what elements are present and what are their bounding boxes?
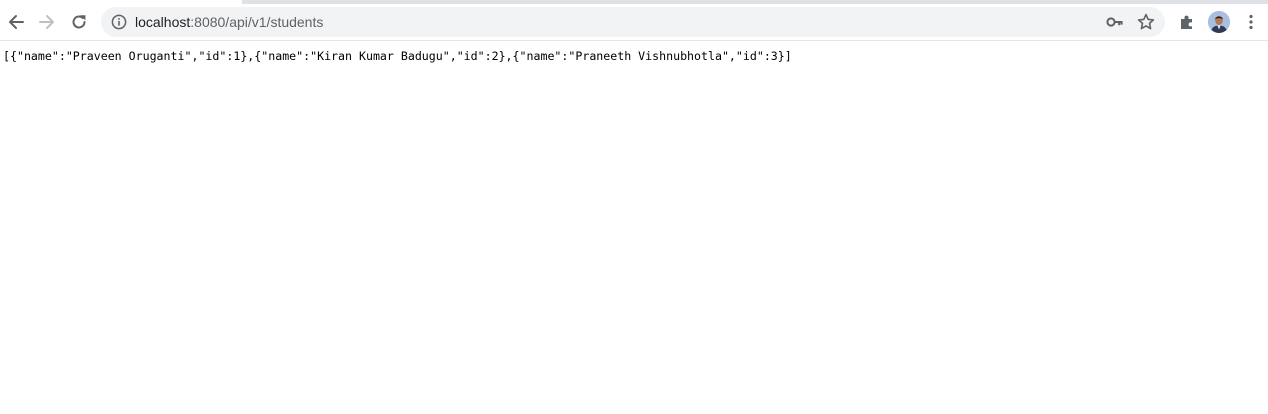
star-icon[interactable]: [1136, 12, 1156, 32]
json-response-body: [{"name":"Praveen Oruganti","id":1},{"na…: [3, 49, 792, 63]
avatar[interactable]: [1208, 11, 1230, 33]
kebab-menu-icon: [1249, 14, 1253, 30]
address-bar[interactable]: localhost:8080/api/v1/students: [101, 7, 1165, 37]
url-text[interactable]: localhost:8080/api/v1/students: [135, 14, 323, 30]
extensions-button[interactable]: [1171, 6, 1203, 38]
browser-menu-button[interactable]: [1235, 6, 1267, 38]
key-icon[interactable]: [1106, 14, 1124, 30]
url-host: localhost: [135, 14, 191, 30]
url-path: :8080/api/v1/students: [190, 14, 324, 30]
back-button[interactable]: [0, 6, 32, 38]
profile-photo: [1208, 11, 1230, 33]
reload-button[interactable]: [63, 6, 95, 38]
forward-arrow-icon: [39, 15, 54, 29]
browser-toolbar: localhost:8080/api/v1/students: [0, 4, 1268, 41]
reload-icon: [72, 15, 86, 29]
info-icon[interactable]: [111, 14, 127, 30]
back-arrow-icon: [9, 15, 24, 29]
puzzle-icon: [1181, 15, 1192, 29]
forward-button[interactable]: [31, 6, 63, 38]
